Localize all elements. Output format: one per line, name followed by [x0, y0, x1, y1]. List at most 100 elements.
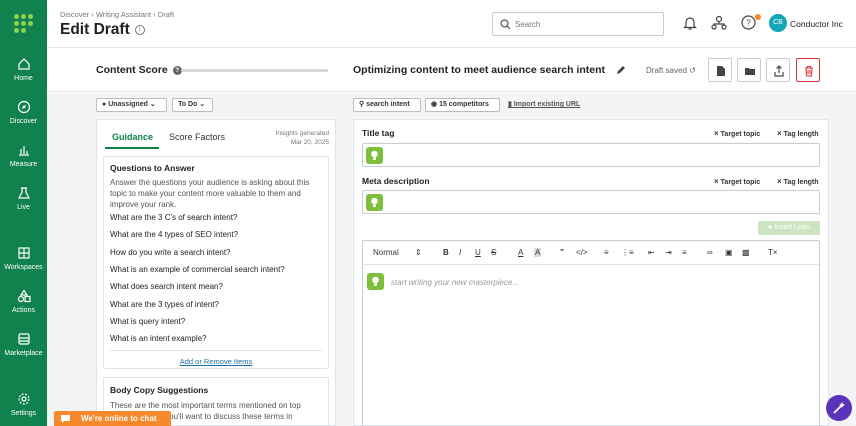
tag-length-toggle[interactable]: × Tag length: [777, 177, 819, 186]
shapes-icon: [17, 289, 31, 303]
sidebar-item-settings[interactable]: Settings: [0, 392, 47, 417]
history-icon[interactable]: ↺: [689, 66, 696, 75]
insert-links-button[interactable]: ● Insert Links: [758, 221, 820, 235]
sidebar-item-live[interactable]: Live: [0, 186, 47, 211]
add-remove-items-link[interactable]: Add or Remove Items: [104, 357, 328, 366]
breadcrumb[interactable]: Discover › Writing Assistant › Draft: [60, 10, 174, 19]
svg-text:?: ?: [746, 19, 751, 28]
body-copy-title: Body Copy Suggestions: [110, 385, 209, 395]
pencil-icon[interactable]: [616, 65, 626, 75]
target-topic-toggle[interactable]: × Target topic: [714, 177, 760, 186]
status-select[interactable]: To Do ⌄: [172, 98, 213, 112]
sidebar-item-workspaces[interactable]: Workspaces: [0, 246, 47, 271]
bar-chart-icon: [18, 146, 29, 156]
highlight-icon[interactable]: A: [534, 248, 542, 257]
close-icon: ×: [714, 177, 719, 186]
close-icon: ×: [714, 129, 719, 138]
assignee-select[interactable]: ● Unassigned ⌄: [96, 98, 167, 112]
lightbulb-icon[interactable]: [366, 194, 383, 211]
search-input[interactable]: Search: [492, 12, 664, 36]
meta-description-field[interactable]: [362, 190, 820, 214]
sidebar-item-home[interactable]: Home: [0, 57, 47, 82]
question-item[interactable]: What is an intent example?: [110, 334, 207, 343]
tab-score-factors[interactable]: Score Factors: [169, 132, 225, 142]
align-icon[interactable]: ≡: [682, 248, 687, 257]
share-button[interactable]: [766, 58, 790, 82]
ai-assist-button[interactable]: [826, 395, 852, 421]
bell-icon[interactable]: [683, 15, 697, 31]
import-url-link[interactable]: ▮ Import existing URL: [508, 100, 580, 108]
bullet-list-icon[interactable]: ⋮≡: [621, 248, 634, 257]
document-icon: [717, 66, 725, 76]
close-icon: ×: [777, 129, 782, 138]
question-item[interactable]: How do you write a search intent?: [110, 248, 231, 257]
ordered-list-icon[interactable]: ≡: [604, 248, 609, 257]
file-icon: ▮: [508, 101, 512, 108]
code-icon[interactable]: </>: [576, 248, 588, 257]
editor-placeholder: start writing your new masterpiece...: [391, 278, 520, 287]
sidebar-item-discover[interactable]: Discover: [0, 100, 47, 125]
content-score-label: Content Score?: [96, 64, 182, 76]
conductor-logo[interactable]: [14, 14, 33, 33]
question-item[interactable]: What does search intent mean?: [110, 282, 223, 291]
lightbulb-icon[interactable]: [366, 147, 383, 164]
title-tag-field[interactable]: [362, 143, 820, 167]
format-select[interactable]: Normal ⇕: [373, 248, 422, 257]
questions-section: Questions to Answer Answer the questions…: [103, 156, 329, 369]
content-score-text: Content Score: [96, 64, 168, 76]
underline-icon[interactable]: U: [475, 248, 481, 257]
question-item[interactable]: What is query intent?: [110, 317, 185, 326]
sidebar-item-label: Live: [17, 204, 30, 211]
image-icon[interactable]: ▣: [725, 248, 733, 257]
tag-length-toggle[interactable]: × Tag length: [777, 129, 819, 138]
text-color-icon[interactable]: A: [518, 248, 523, 257]
lightbulb-icon[interactable]: [367, 273, 384, 290]
sidebar-item-actions[interactable]: Actions: [0, 289, 47, 314]
indent-icon[interactable]: ⇥: [665, 248, 672, 257]
strikethrough-icon[interactable]: S: [491, 248, 496, 257]
grid-icon: [17, 247, 30, 259]
italic-icon[interactable]: I: [459, 248, 461, 257]
editor-panel: Title tag × Target topic × Tag length Meta…: [353, 119, 829, 426]
competitors-chip[interactable]: ◉ 15 competitors: [425, 98, 500, 112]
question-item[interactable]: What is an example of commercial search …: [110, 265, 285, 274]
delete-button[interactable]: [796, 58, 820, 82]
search-intent-value: search intent: [366, 101, 410, 108]
store-icon: [17, 333, 30, 345]
org-name[interactable]: Conductor Inc: [790, 19, 843, 29]
sidebar-item-label: Marketplace: [4, 350, 43, 357]
search-intent-chip[interactable]: ⚲ search intent: [353, 98, 421, 112]
insights-label: Insights generated: [275, 130, 329, 137]
link-icon[interactable]: ∞: [707, 248, 713, 257]
target-topic-text: Target topic: [720, 179, 761, 186]
quote-icon[interactable]: ”: [560, 248, 564, 257]
outdent-icon[interactable]: ⇤: [648, 248, 655, 257]
clear-format-icon[interactable]: T×: [768, 248, 778, 257]
question-item[interactable]: What are the 4 types of SEO intent?: [110, 230, 238, 239]
sort-icon: ⇕: [415, 248, 422, 257]
target-topic-toggle[interactable]: × Target topic: [714, 129, 760, 138]
document-title: Optimizing content to meet audience sear…: [353, 64, 626, 76]
question-item[interactable]: What are the 3 C's of search intent?: [110, 213, 237, 222]
search-icon: [500, 19, 511, 30]
sidebar-item-measure[interactable]: Measure: [0, 143, 47, 168]
embed-icon[interactable]: ▩: [742, 248, 750, 257]
avatar[interactable]: CB: [769, 14, 787, 32]
close-icon: ×: [777, 177, 782, 186]
document-button[interactable]: [708, 58, 732, 82]
tab-guidance[interactable]: Guidance: [112, 132, 153, 142]
content-score-bar: [181, 69, 328, 72]
folder-button[interactable]: [737, 58, 761, 82]
compass-icon: [17, 100, 30, 114]
chat-widget[interactable]: We're online to chat: [54, 411, 171, 426]
sidebar-item-marketplace[interactable]: Marketplace: [0, 332, 47, 357]
sidebar: Home Discover Measure Live Workspaces Ac…: [0, 0, 47, 426]
org-chart-icon[interactable]: [711, 15, 727, 31]
body-editor[interactable]: Normal ⇕ B I U S A A ” </> ≡ ⋮≡ ⇤ ⇥ ≡ ∞ …: [362, 240, 820, 426]
bold-icon[interactable]: B: [443, 248, 449, 257]
questions-title: Questions to Answer: [110, 163, 195, 173]
help-icon[interactable]: ?: [741, 15, 756, 30]
question-item[interactable]: What are the 3 types of intent?: [110, 300, 219, 309]
info-icon[interactable]: i: [134, 24, 145, 35]
target-icon: ◉: [431, 101, 438, 108]
